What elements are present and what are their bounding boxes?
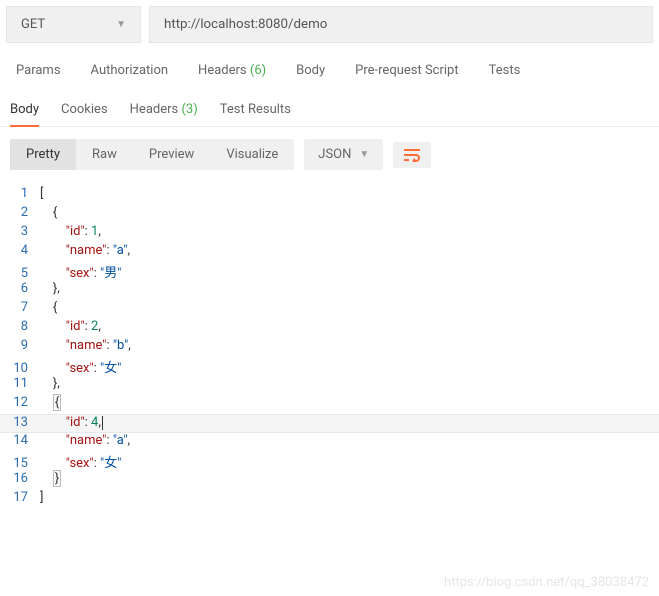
- line-content: ]: [40, 490, 43, 505]
- code-line[interactable]: 14 "name": "a",: [0, 433, 659, 452]
- line-content: "sex": "女": [40, 452, 121, 471]
- pretty-button[interactable]: Pretty: [10, 139, 76, 170]
- tab-headers[interactable]: Headers (6): [198, 63, 266, 78]
- resp-tab-cookies[interactable]: Cookies: [61, 96, 108, 126]
- resp-tab-headers-label: Headers: [130, 102, 179, 117]
- line-number: 12: [0, 395, 40, 410]
- code-line[interactable]: 5 "sex": "男": [0, 262, 659, 281]
- tab-body[interactable]: Body: [296, 63, 325, 78]
- wrap-lines-button[interactable]: [393, 142, 431, 168]
- tab-tests[interactable]: Tests: [489, 63, 521, 78]
- code-line[interactable]: 7 {: [0, 300, 659, 319]
- preview-button[interactable]: Preview: [133, 139, 210, 170]
- line-content: "sex": "男": [40, 262, 121, 281]
- line-content: {: [40, 395, 61, 410]
- line-content: [: [40, 186, 43, 201]
- request-bar: GET ▼: [0, 0, 659, 49]
- wrap-icon: [403, 148, 421, 162]
- view-mode-group: Pretty Raw Preview Visualize: [10, 139, 294, 170]
- line-content: "name": "a",: [40, 243, 130, 258]
- code-line[interactable]: 2 {: [0, 205, 659, 224]
- line-number: 3: [0, 224, 40, 239]
- code-line[interactable]: 3 "id": 1,: [0, 224, 659, 243]
- format-dropdown[interactable]: JSON ▼: [304, 139, 383, 170]
- code-line[interactable]: 4 "name": "a",: [0, 243, 659, 262]
- resp-tab-testresults[interactable]: Test Results: [220, 96, 291, 126]
- line-content: }: [40, 471, 61, 486]
- code-line[interactable]: 13 "id": 4,: [0, 414, 659, 433]
- request-tabs: Params Authorization Headers (6) Body Pr…: [0, 49, 659, 88]
- code-line[interactable]: 6 },: [0, 281, 659, 300]
- line-content: {: [40, 300, 57, 315]
- line-content: "id": 1,: [40, 224, 101, 239]
- line-content: "name": "b",: [40, 338, 131, 353]
- line-content: },: [40, 376, 60, 391]
- response-tabs: Body Cookies Headers (3) Test Results: [0, 88, 659, 127]
- code-line[interactable]: 10 "sex": "女": [0, 357, 659, 376]
- line-content: },: [40, 281, 60, 296]
- resp-tab-body[interactable]: Body: [10, 96, 39, 127]
- method-dropdown[interactable]: GET ▼: [6, 6, 141, 43]
- line-content: "sex": "女": [40, 357, 121, 376]
- resp-tab-headers[interactable]: Headers (3): [130, 96, 198, 126]
- resp-headers-count: (3): [181, 102, 197, 117]
- visualize-button[interactable]: Visualize: [210, 139, 294, 170]
- line-number: 10: [0, 361, 40, 376]
- chevron-down-icon: ▼: [116, 19, 126, 30]
- raw-button[interactable]: Raw: [76, 139, 133, 170]
- code-line[interactable]: 12 {: [0, 395, 659, 414]
- headers-count: (6): [250, 63, 266, 78]
- line-number: 16: [0, 471, 40, 486]
- line-number: 6: [0, 281, 40, 296]
- line-number: 14: [0, 433, 40, 448]
- tab-headers-label: Headers: [198, 63, 247, 78]
- line-content: "id": 4,: [40, 415, 103, 430]
- line-number: 4: [0, 243, 40, 258]
- tab-params[interactable]: Params: [16, 63, 61, 78]
- line-number: 7: [0, 300, 40, 315]
- chevron-down-icon: ▼: [359, 149, 369, 160]
- text-cursor: [102, 416, 103, 430]
- code-line[interactable]: 9 "name": "b",: [0, 338, 659, 357]
- line-number: 5: [0, 266, 40, 281]
- code-line[interactable]: 15 "sex": "女": [0, 452, 659, 471]
- code-line[interactable]: 11 },: [0, 376, 659, 395]
- code-line[interactable]: 1[: [0, 186, 659, 205]
- line-number: 17: [0, 490, 40, 505]
- tab-authorization[interactable]: Authorization: [91, 63, 169, 78]
- line-content: {: [40, 205, 57, 220]
- tab-prerequest[interactable]: Pre-request Script: [355, 63, 458, 78]
- line-content: "name": "a",: [40, 433, 130, 448]
- line-number: 8: [0, 319, 40, 334]
- line-number: 13: [0, 415, 40, 430]
- method-value: GET: [21, 17, 45, 32]
- code-line[interactable]: 8 "id": 2,: [0, 319, 659, 338]
- line-number: 15: [0, 456, 40, 471]
- url-input[interactable]: [149, 6, 653, 43]
- response-toolbar: Pretty Raw Preview Visualize JSON ▼: [0, 127, 659, 182]
- format-value: JSON: [318, 147, 351, 162]
- line-number: 9: [0, 338, 40, 353]
- watermark: https://blog.csdn.net/qq_38038472: [444, 575, 649, 590]
- response-body[interactable]: 1[2 {3 "id": 1,4 "name": "a",5 "sex": "男…: [0, 182, 659, 519]
- line-number: 1: [0, 186, 40, 201]
- code-line[interactable]: 16 }: [0, 471, 659, 490]
- line-number: 2: [0, 205, 40, 220]
- line-content: "id": 2,: [40, 319, 101, 334]
- line-number: 11: [0, 376, 40, 391]
- code-line[interactable]: 17]: [0, 490, 659, 509]
